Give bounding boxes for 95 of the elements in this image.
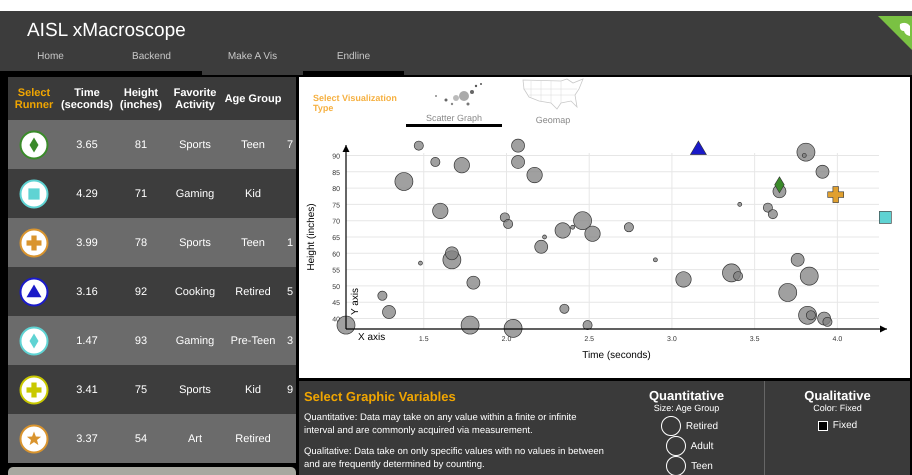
column-header: Select Runner	[8, 77, 60, 120]
size-legend-circle-icon	[660, 416, 681, 436]
table-cell: 4.29	[60, 169, 114, 218]
table-cell: 81	[114, 120, 168, 169]
y-axis-hint: Y axis	[350, 288, 361, 315]
table-cell: 7	[287, 138, 294, 150]
table-cell: Teen	[222, 120, 284, 169]
data-bubble	[466, 276, 480, 290]
checkbox-label: Fixed	[832, 420, 858, 431]
column-header: Age Group	[222, 77, 284, 120]
data-bubble	[382, 305, 396, 319]
data-bubble	[624, 222, 634, 232]
y-axis-label: Height (inches)	[306, 203, 317, 271]
table-cell: 78	[114, 218, 168, 267]
checkbox[interactable]	[818, 420, 828, 430]
size-legend-circle-icon	[666, 456, 686, 475]
runner-cross-icon[interactable]	[19, 228, 49, 258]
data-bubble	[582, 320, 592, 330]
column-header: Height (inches)	[114, 77, 168, 120]
column-title: Qualitative	[804, 388, 871, 403]
table-cell: Pre-Teen	[222, 316, 284, 365]
table-cell: 71	[114, 169, 168, 218]
data-bubble	[800, 266, 819, 286]
data-bubble	[559, 304, 570, 314]
table-cell: Gaming	[168, 169, 222, 218]
app-title: AISL xMacroscope	[27, 20, 186, 42]
table-cell: Retired	[222, 267, 284, 316]
data-bubble	[584, 226, 601, 242]
data-bubble	[768, 209, 778, 220]
data-bubble	[504, 319, 522, 338]
table-cell: 92	[114, 267, 168, 316]
data-bubble	[445, 246, 459, 260]
column-header: Favorite Activity	[168, 77, 222, 120]
section-heading: Select Visualization Type	[313, 93, 398, 113]
table-cell: Retired	[222, 414, 284, 463]
data-bubble	[454, 157, 470, 174]
table-cell: 3.16	[60, 267, 114, 316]
table-cell: Sports	[168, 365, 222, 414]
table-cell: Kid	[222, 169, 284, 218]
data-bubble	[511, 155, 525, 169]
data-bubble	[653, 257, 658, 262]
x-axis-hint: X axis	[358, 332, 386, 343]
column-subtitle: Color: Fixed	[813, 403, 862, 413]
size-legend-label: Retired	[686, 420, 718, 432]
column-subtitle: Size: Age Group	[654, 403, 720, 413]
data-bubble	[432, 202, 448, 219]
data-bubble	[414, 140, 424, 151]
table-cell: 3.37	[60, 414, 114, 463]
table-cell: Kid	[222, 365, 284, 414]
data-bubble	[526, 166, 543, 184]
table-cell: Teen	[222, 218, 284, 267]
data-bubble	[762, 202, 773, 213]
data-bubble	[511, 138, 525, 152]
data-bubble	[737, 202, 742, 207]
size-legend-label: Adult	[690, 440, 714, 452]
table-cell: Art	[168, 414, 222, 463]
data-bubble	[822, 316, 832, 327]
table-cell: Gaming	[168, 316, 222, 365]
data-bubble	[790, 252, 804, 267]
corner-logo-icon	[878, 16, 912, 50]
table-cell: 1.47	[60, 316, 114, 365]
data-bubble	[430, 157, 440, 167]
column-header: Time (seconds)	[60, 77, 114, 120]
x-axis-label: Time (seconds)	[582, 350, 651, 361]
table-cell: 3.41	[60, 365, 114, 414]
size-legend-label: Teen	[691, 460, 713, 472]
table-cell: 54	[114, 414, 168, 463]
map-thumbnail-icon	[521, 77, 585, 111]
data-bubble	[394, 172, 414, 191]
runner-cross-icon[interactable]	[19, 374, 49, 404]
description-text: Quantitative: Data may take on any value within a finite or infinite interval and are commonly acquired via measurement.	[304, 411, 578, 437]
visualization-type-option[interactable]: Geomap	[521, 77, 585, 129]
description-text: Qualitative: Data take on only specific values with no values in between and are frequently determined by counting.	[304, 445, 605, 471]
table-cell: 5	[287, 286, 294, 298]
section-heading: Select Graphic Variables	[304, 389, 457, 404]
table-cell: 75	[114, 365, 168, 414]
table-cell: 93	[114, 316, 168, 365]
data-bubble	[503, 219, 514, 229]
table-cell: 3	[287, 334, 294, 346]
table-cell: 9	[287, 384, 294, 396]
table-cell: Sports	[168, 120, 222, 169]
visualization-type-option[interactable]: Scatter Graph	[403, 77, 505, 127]
data-bubble	[675, 271, 692, 288]
data-bubble	[418, 260, 423, 266]
data-bubble	[816, 164, 830, 179]
table-cell: 3.65	[60, 120, 114, 169]
table-cell: Cooking	[168, 267, 222, 316]
data-bubble	[778, 283, 798, 302]
data-bubble	[460, 316, 480, 334]
size-legend-circle-icon	[666, 436, 686, 456]
table-cell: 1	[287, 236, 294, 248]
data-bubble	[377, 290, 388, 301]
table-cell: 3.99	[60, 218, 114, 267]
table-cell: Sports	[168, 218, 222, 267]
column-title: Quantitative	[648, 388, 724, 403]
